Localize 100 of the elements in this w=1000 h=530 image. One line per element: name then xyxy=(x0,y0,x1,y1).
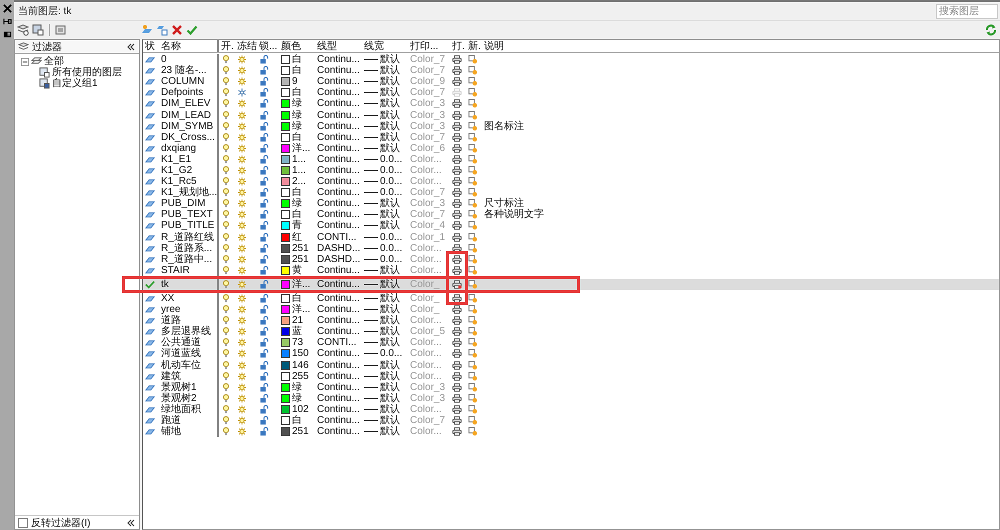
layer-row[interactable]: R_道路红线 红 CONTI... 0.0... Color_1 xyxy=(143,232,999,243)
new-viewport-freeze-icon[interactable] xyxy=(468,110,478,120)
new-viewport-freeze-icon[interactable] xyxy=(468,338,478,348)
sun-icon[interactable] xyxy=(237,404,247,414)
sun-icon[interactable] xyxy=(237,294,247,304)
column-header[interactable]: 状 xyxy=(143,40,159,52)
new-frozen-layer-icon[interactable] xyxy=(156,24,168,36)
new-viewport-freeze-icon[interactable] xyxy=(468,122,478,131)
new-viewport-freeze-icon[interactable] xyxy=(468,66,478,76)
color-swatch[interactable] xyxy=(281,294,290,304)
new-viewport-freeze-icon[interactable] xyxy=(468,382,478,392)
unlocked-icon[interactable] xyxy=(259,338,269,348)
lightbulb-icon[interactable] xyxy=(221,360,231,370)
lightbulb-icon[interactable] xyxy=(221,382,231,392)
sun-icon[interactable] xyxy=(237,132,247,142)
lightbulb-icon[interactable] xyxy=(221,294,231,304)
new-viewport-freeze-icon[interactable] xyxy=(468,210,478,220)
sun-icon[interactable] xyxy=(237,372,247,381)
unlocked-icon[interactable] xyxy=(259,144,269,153)
layer-row[interactable]: DIM_SYMB 绿 Continu... 默认 Color_3 图名标注 xyxy=(143,120,999,132)
new-layer-icon[interactable] xyxy=(141,24,153,36)
new-viewport-freeze-icon[interactable] xyxy=(468,55,478,64)
color-swatch[interactable] xyxy=(281,404,290,414)
color-swatch[interactable] xyxy=(281,232,290,242)
tree-item[interactable]: 所有使用的图层 xyxy=(52,67,122,78)
layer-row[interactable]: dxqiang 洋... Continu... 默认 Color_6 xyxy=(143,142,999,154)
new-viewport-freeze-icon[interactable] xyxy=(468,305,478,314)
search-field[interactable]: 搜索图层 xyxy=(936,4,998,18)
sun-icon[interactable] xyxy=(237,232,247,242)
printer-icon[interactable] xyxy=(452,338,462,348)
color-swatch[interactable] xyxy=(281,372,290,381)
color-swatch[interactable] xyxy=(281,382,290,392)
printer-icon[interactable] xyxy=(452,349,462,358)
sun-icon[interactable] xyxy=(237,254,247,264)
new-viewport-freeze-icon[interactable] xyxy=(468,177,478,186)
lightbulb-icon[interactable] xyxy=(221,122,231,131)
sun-icon[interactable] xyxy=(237,199,247,208)
lightbulb-icon[interactable] xyxy=(221,232,231,242)
color-swatch[interactable] xyxy=(281,166,290,175)
new-viewport-freeze-icon[interactable] xyxy=(468,372,478,381)
layer-row[interactable]: DIM_LEAD 绿 Continu... 默认 Color_3 xyxy=(143,109,999,121)
lightbulb-icon[interactable] xyxy=(221,244,231,253)
color-swatch[interactable] xyxy=(281,99,290,108)
color-swatch[interactable] xyxy=(281,327,290,336)
lightbulb-icon[interactable] xyxy=(221,188,231,198)
lightbulb-icon[interactable] xyxy=(221,110,231,120)
sun-icon[interactable] xyxy=(237,77,247,86)
printer-icon[interactable] xyxy=(452,382,462,392)
color-swatch[interactable] xyxy=(281,280,290,289)
layer-row[interactable]: 景观树1 绿 Continu... 默认 Color_3 xyxy=(143,382,999,393)
unlocked-icon[interactable] xyxy=(259,372,269,381)
column-header[interactable]: 新. xyxy=(466,40,482,52)
printer-icon[interactable] xyxy=(452,394,462,403)
unlocked-icon[interactable] xyxy=(259,305,269,314)
layer-row[interactable]: 跑道 白 Continu... 默认 Color_7 xyxy=(143,415,999,426)
lightbulb-icon[interactable] xyxy=(221,88,231,98)
printer-icon[interactable] xyxy=(452,244,462,253)
new-viewport-freeze-icon[interactable] xyxy=(468,188,478,198)
layer-row[interactable]: tk 洋... Continu... 默认 Color_ xyxy=(143,278,999,290)
sun-icon[interactable] xyxy=(237,122,247,131)
unlocked-icon[interactable] xyxy=(259,427,269,436)
unlocked-icon[interactable] xyxy=(259,382,269,392)
lightbulb-icon[interactable] xyxy=(221,349,231,358)
layer-row[interactable]: 河道蓝线 150 Continu... 0.0... Color... xyxy=(143,348,999,360)
sun-icon[interactable] xyxy=(237,55,247,64)
printer-icon[interactable] xyxy=(452,280,462,289)
unlocked-icon[interactable] xyxy=(259,88,269,98)
sun-icon[interactable] xyxy=(237,349,247,358)
new-viewport-freeze-icon[interactable] xyxy=(468,327,478,336)
sun-icon[interactable] xyxy=(237,110,247,120)
layer-row[interactable]: R_道路系... 251 DASHD... 0.0... Color... xyxy=(143,242,999,254)
lightbulb-icon[interactable] xyxy=(221,99,231,108)
unlocked-icon[interactable] xyxy=(259,280,269,289)
new-viewport-freeze-icon[interactable] xyxy=(468,294,478,304)
printer-icon[interactable] xyxy=(452,266,462,275)
layer-row[interactable]: XX 白 Continu... 默认 Color_ xyxy=(143,292,999,304)
unlocked-icon[interactable] xyxy=(259,210,269,220)
unlocked-icon[interactable] xyxy=(259,294,269,304)
new-viewport-freeze-icon[interactable] xyxy=(468,266,478,275)
unlocked-icon[interactable] xyxy=(259,122,269,131)
unlocked-icon[interactable] xyxy=(259,232,269,242)
snowflake-icon[interactable] xyxy=(237,88,247,98)
new-filter-icon[interactable] xyxy=(17,24,29,36)
printer-icon[interactable] xyxy=(452,55,462,64)
sun-icon[interactable] xyxy=(237,327,247,336)
lightbulb-icon[interactable] xyxy=(221,338,231,348)
printer-icon[interactable] xyxy=(452,77,462,86)
color-swatch[interactable] xyxy=(281,210,290,220)
color-swatch[interactable] xyxy=(281,132,290,142)
layer-row[interactable]: Defpoints 白 Continu... 默认 Color_7 xyxy=(143,87,999,98)
color-swatch[interactable] xyxy=(281,394,290,403)
sun-icon[interactable] xyxy=(237,316,247,326)
lightbulb-icon[interactable] xyxy=(221,154,231,164)
unlocked-icon[interactable] xyxy=(259,77,269,86)
new-viewport-freeze-icon[interactable] xyxy=(468,221,478,230)
lightbulb-icon[interactable] xyxy=(221,266,231,275)
layer-row[interactable]: K1_Rc5 2... Continu... 0.0... Color... xyxy=(143,176,999,188)
layer-row[interactable]: COLUMN 9 Continu... 默认 Color_9 xyxy=(143,76,999,88)
layer-row[interactable]: 建筑 255 Continu... 默认 Color... xyxy=(143,370,999,382)
layer-row[interactable]: 23 随名-... 白 Continu... 默认 Color_7 xyxy=(143,65,999,76)
